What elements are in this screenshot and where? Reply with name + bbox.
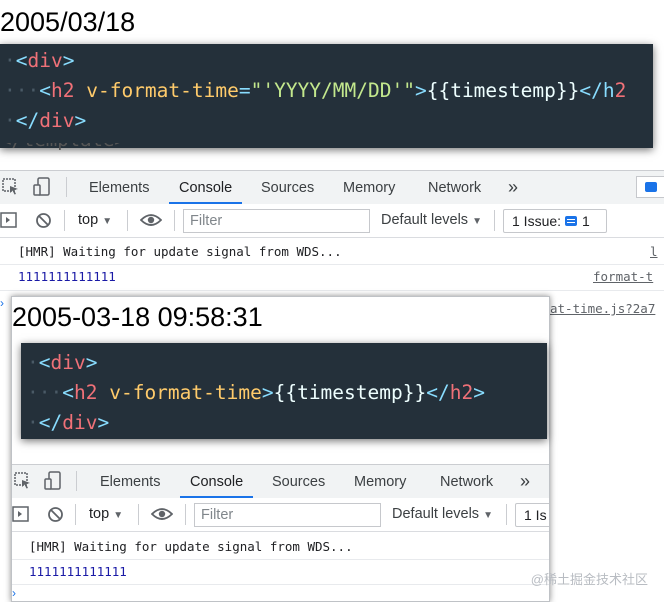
device-toggle-icon[interactable] [44,471,62,496]
issues-toolbar-icon[interactable] [636,176,664,198]
filter-input[interactable]: Filter [183,209,370,233]
console-prompt-icon: › [0,296,4,310]
levels-select[interactable]: Default levels ▼ [381,212,482,228]
console-log-source[interactable]: at-time.js?2a7 [550,301,655,316]
devtools-tabbar: Elements Console Sources Memory Network … [12,464,549,499]
code-line-1: ·<div> [4,49,75,72]
device-toggle-icon[interactable] [33,177,51,202]
tab-console[interactable]: Console [179,465,254,498]
eye-icon[interactable] [139,213,163,232]
tab-network[interactable]: Network [428,171,481,204]
tab-console[interactable]: Console [168,171,243,204]
eye-icon[interactable] [150,507,174,526]
code-line-3: ·</div> [27,411,110,434]
issues-counter-button[interactable]: 1 Issue: 1 [503,209,607,233]
console-log-hmr: [HMR] Waiting for update signal from WDS… [29,539,353,554]
more-tabs-button[interactable]: » [508,171,518,204]
tab-sources[interactable]: Sources [261,171,314,204]
tab-network[interactable]: Network [440,465,493,498]
code-editor-panel: ·<div> ···<h2 v-format-time>{{timestemp}… [21,343,547,439]
console-log-number: 1111111111111 [18,269,116,284]
date-heading: 2005/03/18 [0,7,136,37]
console-log-source[interactable]: l [650,244,658,259]
more-tabs-button[interactable]: » [520,465,530,498]
console-filter-bar: top ▼ Filter Default levels ▼ 1 Issue: 1 [0,204,664,238]
console-log-hmr: [HMR] Waiting for update signal from WDS… [18,244,342,259]
tab-elements[interactable]: Elements [100,465,160,498]
inspect-icon[interactable] [2,178,20,201]
code-line-2: ···<h2 v-format-time>{{timestemp}}</h2> [27,381,485,404]
context-select[interactable]: top ▼ [89,506,123,522]
console-log-number: 1111111111111 [29,564,127,579]
levels-select[interactable]: Default levels ▼ [392,506,493,522]
tab-elements[interactable]: Elements [89,171,149,204]
inspect-icon[interactable] [14,472,32,495]
code-line-2: ···<h2 v-format-time="'YYYY/MM/DD'">{{ti… [4,79,627,102]
issue-icon [565,216,578,226]
filter-input[interactable]: Filter [194,503,381,527]
console-prompt-icon: › [12,586,16,600]
code-line-3: ·</div> [4,109,87,132]
devtools-tabbar: Elements Console Sources Memory Network … [0,170,664,205]
code-line-1: ·<div> [27,351,98,374]
context-select[interactable]: top ▼ [78,212,112,228]
tab-memory[interactable]: Memory [354,465,406,498]
second-screenshot-window: 2005-03-18 09:58:31 ·<div> ···<h2 v-form… [11,296,550,602]
issues-counter-button[interactable]: 1 Is [515,503,549,527]
sidebar-toggle-icon[interactable] [12,506,30,527]
console-filter-bar: top ▼ Filter Default levels ▼ 1 Is [12,498,549,532]
sidebar-toggle-icon[interactable] [0,212,18,233]
code-partial-line: </template> [0,143,126,151]
watermark: @稀土掘金技术社区 [530,572,648,587]
code-editor-panel: ·<div> ···<h2 v-format-time="'YYYY/MM/DD… [0,44,653,148]
tab-sources[interactable]: Sources [272,465,325,498]
tab-memory[interactable]: Memory [343,171,395,204]
console-log-source[interactable]: format-t [593,269,653,284]
clear-console-icon[interactable] [35,212,52,234]
clear-console-icon[interactable] [47,506,64,528]
datetime-heading: 2005-03-18 09:58:31 [12,302,263,332]
